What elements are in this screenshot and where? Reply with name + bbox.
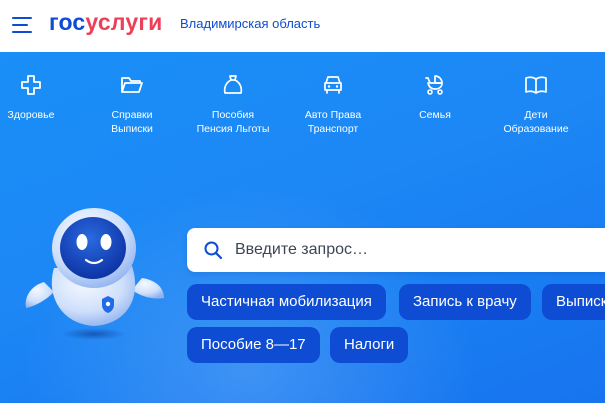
- logo-part-uslugi: услуги: [85, 9, 163, 35]
- plus-icon: [21, 75, 41, 95]
- search-input[interactable]: [235, 236, 595, 264]
- category-label: Образование: [503, 123, 569, 135]
- chip-taxes[interactable]: Налоги: [330, 327, 409, 363]
- category-label: Авто Права: [304, 109, 362, 121]
- folder-icon: [121, 77, 143, 93]
- region-selector[interactable]: Владимирская область: [180, 16, 320, 31]
- logo-part-gos: гос: [49, 9, 86, 35]
- book-icon: [525, 76, 547, 94]
- category-label: Семья: [419, 109, 451, 121]
- gosuslugi-logo[interactable]: госуслуги: [49, 9, 162, 36]
- search-icon: [204, 241, 223, 260]
- chip-doctor-appointment[interactable]: Запись к врачу: [399, 284, 531, 320]
- money-bag-icon: [223, 75, 243, 94]
- hero-banner: Здоровье Справки Выписки Пособия Пенсия …: [0, 52, 605, 403]
- category-label: Пенсия Льготы: [196, 123, 270, 135]
- category-label: Пособия: [211, 109, 255, 121]
- category-label: Справки: [111, 109, 153, 121]
- robot-mascot: [25, 208, 164, 340]
- category-benefits[interactable]: Пособия Пенсия Льготы: [183, 74, 283, 136]
- chip-allowance-8-17[interactable]: Пособие 8—17: [187, 327, 320, 363]
- category-health[interactable]: Здоровье: [0, 74, 81, 122]
- category-label: Дети: [524, 109, 548, 121]
- category-label: Транспорт: [307, 123, 359, 135]
- chip-statements[interactable]: Выписк: [542, 284, 605, 320]
- stroller-icon: [425, 75, 443, 95]
- chip-partial-mobilization[interactable]: Частичная мобилизация: [187, 284, 386, 320]
- category-label: Выписки: [111, 123, 153, 135]
- category-label: Здоровье: [7, 109, 55, 121]
- car-icon: [324, 76, 342, 94]
- header: госуслуги Владимирская область: [0, 0, 605, 52]
- category-auto[interactable]: Авто Права Транспорт: [283, 74, 383, 136]
- category-family[interactable]: Семья: [385, 74, 485, 122]
- category-certificates[interactable]: Справки Выписки: [82, 74, 182, 136]
- category-education[interactable]: Дети Образование: [486, 74, 586, 136]
- menu-icon[interactable]: [12, 15, 34, 35]
- search-bar[interactable]: [187, 228, 605, 272]
